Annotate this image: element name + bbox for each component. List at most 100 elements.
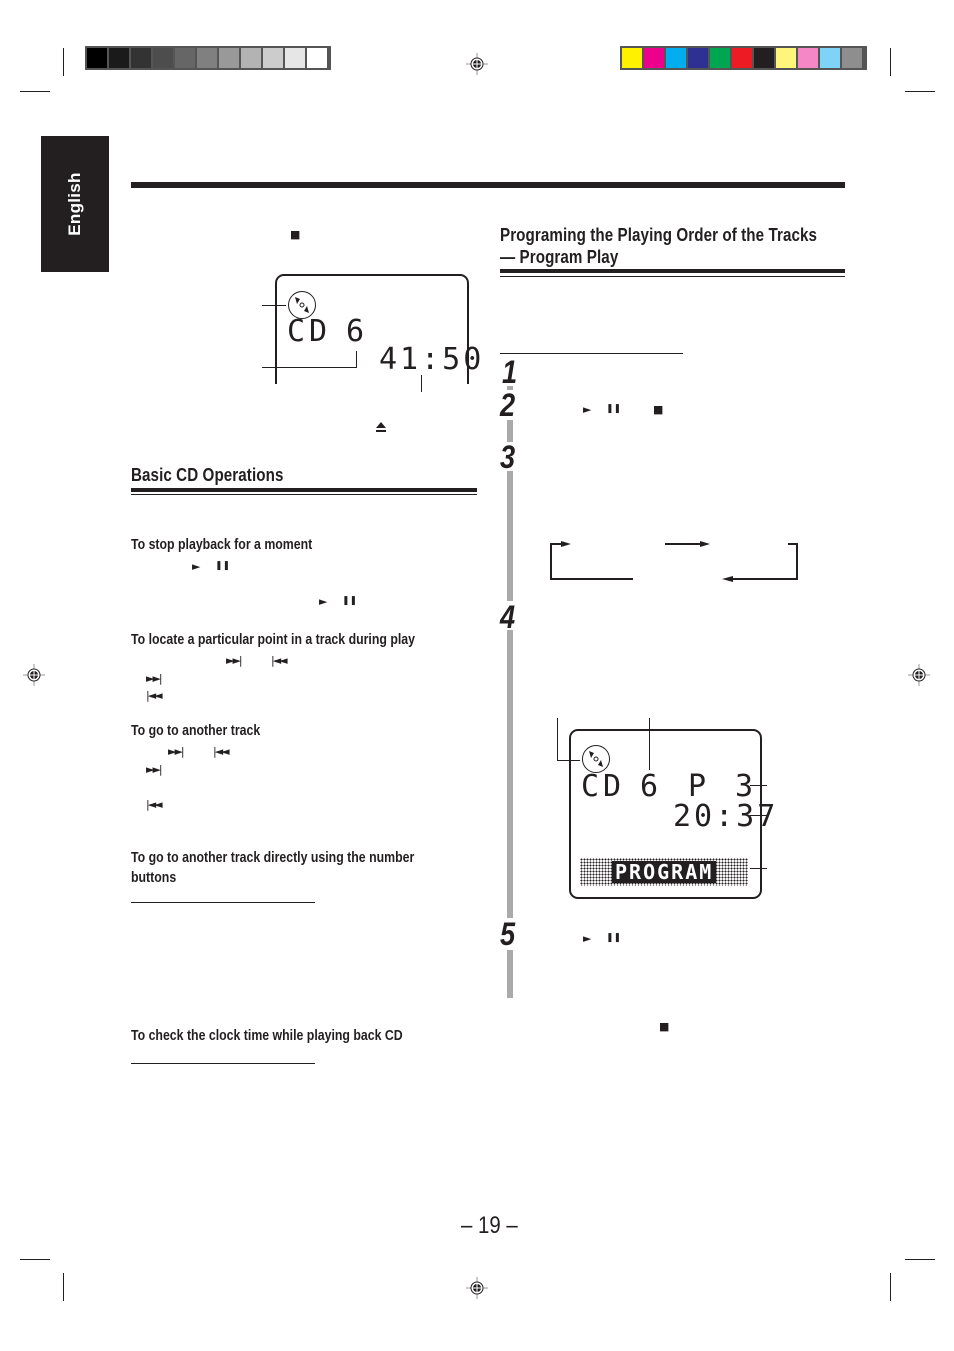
color-swatch [622,48,642,68]
callout-line [557,760,580,761]
crosshair-registration-icon [466,53,488,75]
lcd-elapsed-time: 41:50 [379,342,485,377]
crop-mark [20,1259,50,1260]
callout-line [356,351,357,368]
skip-forward-icon: ►►| [146,672,163,685]
skip-back-icon: |◄◄ [213,745,230,758]
section-title-basic-cd-operations: Basic CD Operations [131,464,284,485]
color-swatch [307,48,327,68]
color-swatch [666,48,686,68]
crop-mark [890,48,891,76]
skip-back-icon: |◄◄ [271,654,288,667]
lcd-frame-cutoff [275,384,469,408]
color-swatch [153,48,173,68]
color-swatch [175,48,195,68]
step-bar [507,630,513,918]
play-icon: ► [583,403,592,416]
step-number: 3 [500,439,516,475]
color-calibration-bar [620,46,867,70]
skip-forward-icon: ►►| [226,654,243,667]
pause-icon: ❚❚ [606,404,622,414]
subheading: To check the clock time while playing ba… [131,1028,403,1044]
grayscale-calibration-bar [85,46,331,70]
mode-cycle-diagram [550,541,798,582]
color-swatch [644,48,664,68]
eject-icon [375,421,387,435]
color-swatch [732,48,752,68]
stop-icon: ■ [290,228,301,241]
play-icon: ► [192,560,201,573]
crosshair-registration-icon [23,664,45,686]
lcd-track-number: 6 [640,769,665,804]
callout-line [750,868,767,869]
lcd-mode-text: PROGRAM [612,861,717,883]
step-number: 2 [500,387,516,423]
lcd-source: CD [287,314,332,349]
color-swatch [109,48,129,68]
section-rule [500,276,845,277]
step-number: 1 [502,354,518,390]
color-swatch [776,48,796,68]
callout-line [750,785,767,786]
color-swatch [87,48,107,68]
color-swatch [263,48,283,68]
pause-icon: ❚❚ [606,933,622,943]
stop-icon: ■ [659,1020,670,1033]
color-swatch [131,48,151,68]
color-swatch [688,48,708,68]
callout-line [750,815,767,816]
lcd-total-time: 20:37 [673,799,779,834]
skip-forward-icon: ►►| [168,745,185,758]
crop-mark [890,1273,891,1301]
crop-mark [20,91,50,92]
cycle-arrow [550,541,633,580]
subheading: To locate a particular point in a track … [131,632,415,648]
pause-icon: ❚❚ [215,561,231,571]
callout-line [557,718,558,760]
skip-back-icon: |◄◄ [146,689,163,702]
callout-line [421,375,422,392]
crop-mark [63,1273,64,1301]
title-line-2: — Program Play [500,246,619,267]
play-icon: ► [583,932,592,945]
section-rule [131,488,477,492]
crosshair-registration-icon [908,664,930,686]
language-label: English [65,172,84,236]
crop-mark [905,91,935,92]
cycle-arrow [722,543,798,582]
play-icon: ► [319,595,328,608]
page-number: – 19 – [461,1212,518,1239]
step-bar [507,471,513,601]
crop-mark [905,1259,935,1260]
crosshair-registration-icon [466,1277,488,1299]
section-rule [500,269,845,273]
lcd-track-number: 6 [346,314,371,349]
note-rule [131,1063,315,1064]
color-swatch [754,48,774,68]
color-swatch [710,48,730,68]
color-swatch [820,48,840,68]
lcd-source: CD [581,769,626,804]
stop-icon: ■ [653,403,664,416]
subheading: To go to another track directly using th… [131,850,415,886]
color-swatch [285,48,305,68]
subheading: To go to another track [131,723,261,739]
title-line-1: Programing the Playing Order of the Trac… [500,224,818,245]
note-rule [131,902,315,903]
step-bar [507,950,513,998]
skip-forward-icon: ►►| [146,763,163,776]
skip-back-icon: |◄◄ [146,798,163,811]
color-swatch [219,48,239,68]
color-swatch [798,48,818,68]
note-rule [500,353,683,354]
cycle-arrow [665,541,710,547]
subheading: To stop playback for a moment [131,537,313,553]
language-tab: English [41,136,109,272]
color-swatch [842,48,862,68]
header-rule [131,182,845,188]
step-number: 4 [500,599,516,635]
pause-icon: ❚❚ [342,596,358,606]
section-title-program-play: Programing the Playing Order of the Trac… [500,224,817,268]
crop-mark [63,48,64,76]
color-swatch [241,48,261,68]
